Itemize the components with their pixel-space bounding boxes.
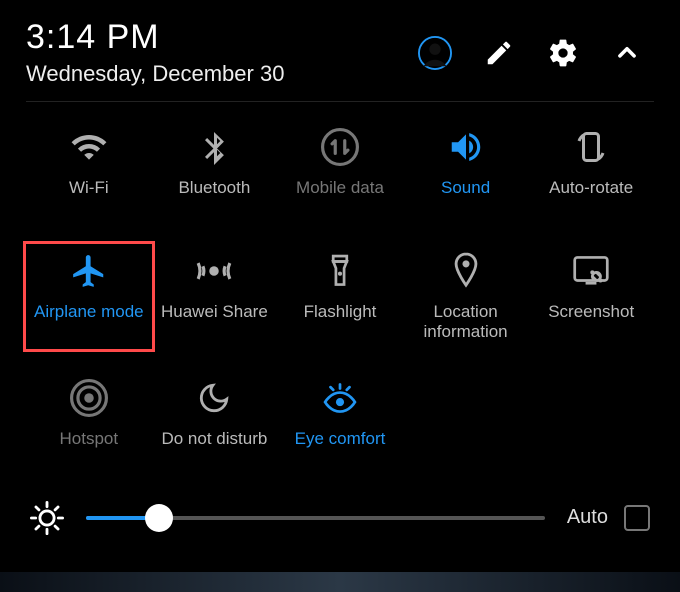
auto-brightness-group: Auto [567, 505, 650, 531]
tile-label: Mobile data [296, 178, 384, 216]
auto-brightness-checkbox[interactable] [624, 505, 650, 531]
moon-icon [195, 379, 233, 417]
tile-eye-comfort[interactable]: Eye comfort [277, 371, 403, 473]
wifi-icon [70, 128, 108, 166]
status-header: 3:14 PM Wednesday, December 30 [26, 18, 654, 87]
collapse-icon[interactable] [610, 36, 644, 70]
tile-label: Sound [441, 178, 490, 216]
tile-bluetooth[interactable]: Bluetooth [152, 120, 278, 222]
quick-settings-panel: 3:14 PM Wednesday, December 30 Wi-Fi [0, 0, 680, 547]
tile-label: Airplane mode [34, 302, 144, 340]
tile-flashlight[interactable]: Flashlight [277, 244, 403, 349]
tile-label: Hotspot [60, 429, 119, 467]
tile-wifi[interactable]: Wi-Fi [26, 120, 152, 222]
bluetooth-icon [195, 128, 233, 166]
profile-icon[interactable] [418, 36, 452, 70]
slider-thumb[interactable] [145, 504, 173, 532]
tile-mobile-data[interactable]: Mobile data [277, 120, 403, 222]
tile-label: Do not disturb [161, 429, 267, 467]
brightness-icon [30, 501, 64, 535]
eye-icon [321, 379, 359, 417]
tile-label: Auto-rotate [549, 178, 633, 216]
tile-sound[interactable]: Sound [403, 120, 529, 222]
screenshot-icon [572, 252, 610, 290]
date-text: Wednesday, December 30 [26, 61, 284, 87]
settings-icon[interactable] [546, 36, 580, 70]
flashlight-icon [321, 252, 359, 290]
edit-icon[interactable] [482, 36, 516, 70]
brightness-slider-wrap [86, 516, 545, 520]
tile-label: Wi-Fi [69, 178, 109, 216]
clock-block: 3:14 PM Wednesday, December 30 [26, 18, 284, 87]
tile-label: Eye comfort [295, 429, 386, 467]
sound-icon [447, 128, 485, 166]
hotspot-icon [70, 379, 108, 417]
tile-label: Bluetooth [178, 178, 250, 216]
tile-huawei-share[interactable]: Huawei Share [152, 244, 278, 349]
wallpaper-strip [0, 572, 680, 592]
header-icons [418, 36, 644, 70]
divider [26, 101, 654, 102]
tile-airplane-mode[interactable]: Airplane mode [23, 241, 155, 352]
tile-hotspot[interactable]: Hotspot [26, 371, 152, 473]
huawei-share-icon [195, 252, 233, 290]
tile-label: Location information [405, 302, 527, 343]
mobile-data-icon [321, 128, 359, 166]
brightness-row: Auto [26, 501, 654, 535]
airplane-icon [70, 252, 108, 290]
tile-do-not-disturb[interactable]: Do not disturb [152, 371, 278, 473]
tile-location[interactable]: Location information [403, 244, 529, 349]
tile-screenshot[interactable]: Screenshot [528, 244, 654, 349]
tiles-grid: Wi-Fi Bluetooth Mobile data Sound Auto-r [26, 120, 654, 473]
auto-rotate-icon [572, 128, 610, 166]
tile-auto-rotate[interactable]: Auto-rotate [528, 120, 654, 222]
location-icon [447, 252, 485, 290]
brightness-slider[interactable] [86, 516, 545, 520]
tile-label: Flashlight [304, 302, 377, 340]
tile-label: Screenshot [548, 302, 634, 340]
time-text: 3:14 PM [26, 18, 284, 57]
auto-label: Auto [567, 506, 608, 529]
tile-label: Huawei Share [161, 302, 268, 340]
